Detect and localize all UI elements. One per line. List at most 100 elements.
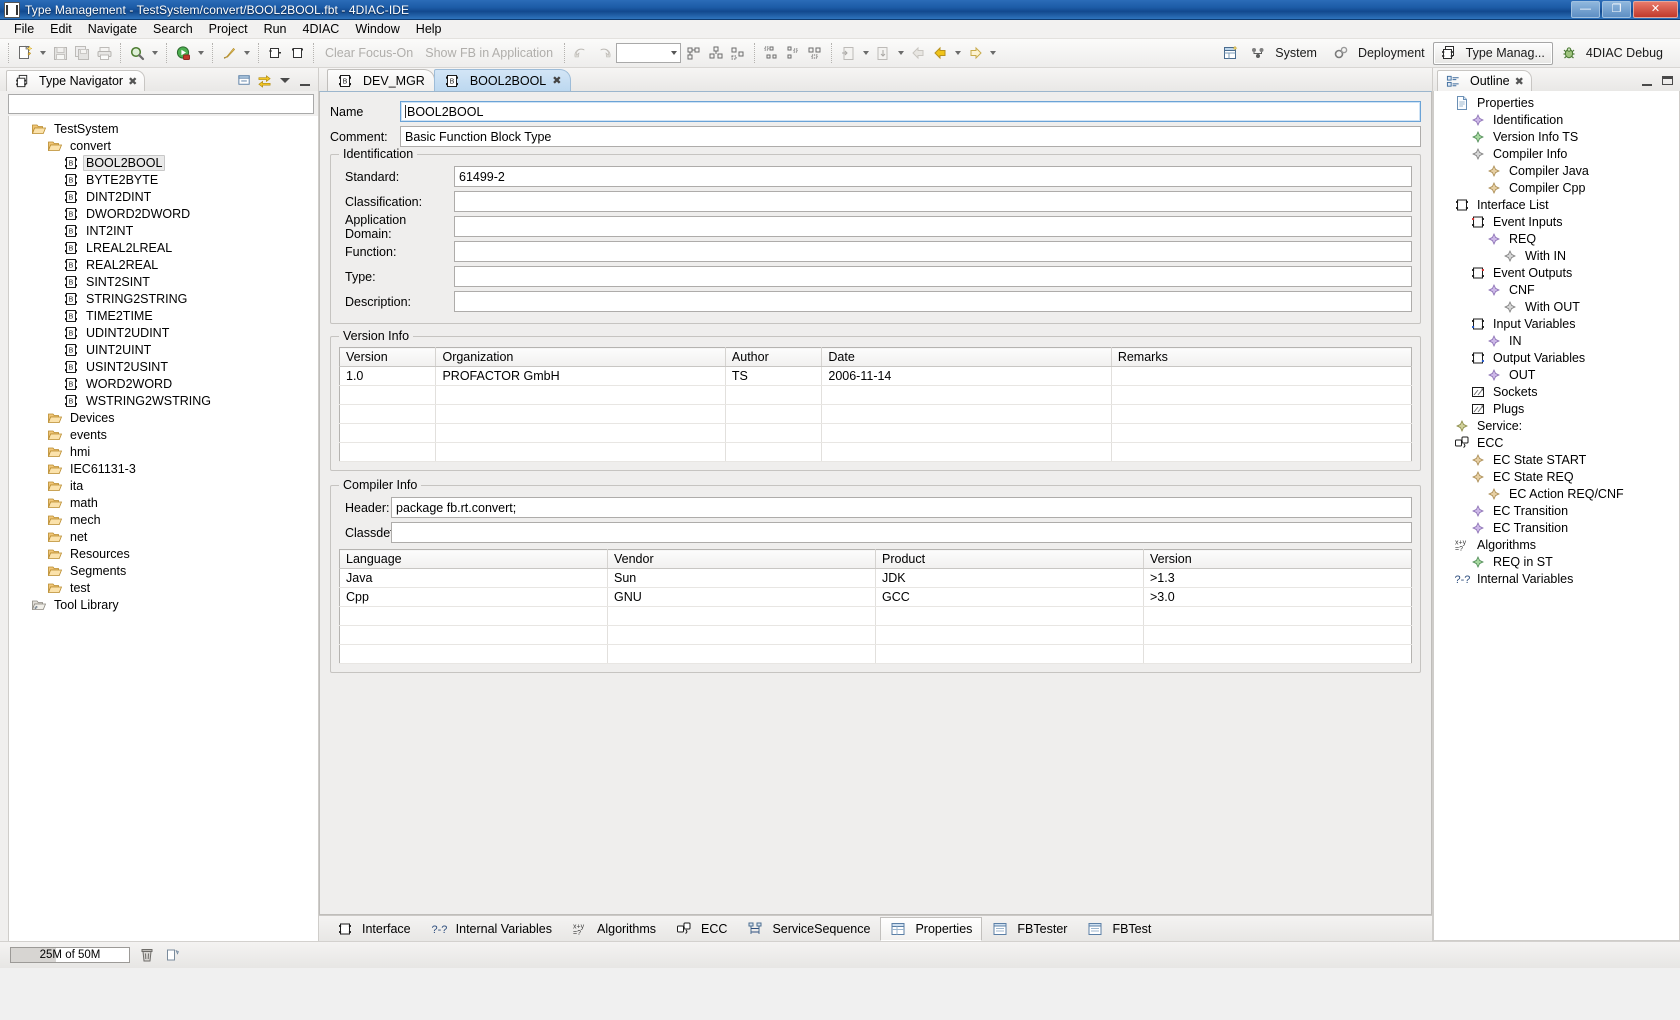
- table-row[interactable]: [339, 404, 1412, 424]
- table-cell[interactable]: GNU: [607, 587, 876, 607]
- tree-item[interactable]: B USINT2USINT: [9, 358, 318, 375]
- table-row[interactable]: [339, 606, 1412, 626]
- outline-item[interactable]: Input Variables: [1434, 315, 1679, 332]
- tree-item[interactable]: B DWORD2DWORD: [9, 205, 318, 222]
- identification-field-input[interactable]: [454, 241, 1412, 262]
- identification-field-input[interactable]: 61499-2: [454, 166, 1412, 187]
- table-cell[interactable]: [339, 625, 608, 645]
- forward-dropdown-icon[interactable]: [986, 42, 999, 64]
- align-left-icon[interactable]: [683, 42, 705, 64]
- tree-item[interactable]: B WSTRING2WSTRING: [9, 392, 318, 409]
- outline-item[interactable]: With OUT: [1434, 298, 1679, 315]
- table-cell[interactable]: Sun: [607, 568, 876, 588]
- identification-field-input[interactable]: [454, 191, 1412, 212]
- outline-item[interactable]: CNF: [1434, 281, 1679, 298]
- outline-item[interactable]: Plugs: [1434, 400, 1679, 417]
- column-header[interactable]: Author: [725, 347, 823, 367]
- fb-in-icon[interactable]: [264, 42, 286, 64]
- align-center-icon[interactable]: [705, 42, 727, 64]
- table-cell[interactable]: [875, 625, 1144, 645]
- table-cell[interactable]: 1.0: [339, 366, 437, 386]
- outline-item[interactable]: REQ in ST: [1434, 553, 1679, 570]
- bottom-tab-fbtest[interactable]: FBTest: [1077, 917, 1161, 941]
- tree-item[interactable]: ita: [9, 477, 318, 494]
- tree-item[interactable]: B BYTE2BYTE: [9, 171, 318, 188]
- bottom-tab-internal-variables[interactable]: ?-? Internal Variables: [421, 917, 562, 941]
- table-cell[interactable]: >1.3: [1143, 568, 1412, 588]
- table-row[interactable]: Java Sun JDK >1.3: [339, 568, 1412, 588]
- table-cell[interactable]: [725, 423, 823, 443]
- table-cell[interactable]: [821, 404, 1112, 424]
- tree-item[interactable]: test: [9, 579, 318, 596]
- perspective-deployment[interactable]: Deployment: [1325, 42, 1433, 65]
- tree-item[interactable]: B INT2INT: [9, 222, 318, 239]
- tree-item[interactable]: events: [9, 426, 318, 443]
- fb-out-icon[interactable]: [286, 42, 308, 64]
- tree-item[interactable]: B LREAL2LREAL: [9, 239, 318, 256]
- tree-item[interactable]: Segments: [9, 562, 318, 579]
- table-cell[interactable]: [339, 404, 437, 424]
- header-input[interactable]: package fb.rt.convert;: [391, 497, 1412, 518]
- column-header[interactable]: Product: [875, 549, 1144, 569]
- menu-4diac[interactable]: 4DIAC: [295, 20, 348, 38]
- column-header[interactable]: Remarks: [1111, 347, 1412, 367]
- table-cell[interactable]: [435, 404, 726, 424]
- table-cell[interactable]: [875, 606, 1144, 626]
- table-cell[interactable]: [821, 442, 1112, 462]
- editor-tab-dev_mgr[interactable]: B DEV_MGR: [327, 69, 435, 91]
- tree-item[interactable]: B UDINT2UDINT: [9, 324, 318, 341]
- export-dropdown-icon[interactable]: [894, 42, 907, 64]
- table-cell[interactable]: [435, 423, 726, 443]
- back-dropdown-icon[interactable]: [951, 42, 964, 64]
- tree-item[interactable]: B UINT2UINT: [9, 341, 318, 358]
- column-header[interactable]: Vendor: [607, 549, 876, 569]
- link-with-editor-icon[interactable]: [237, 73, 253, 89]
- table-row[interactable]: 1.0 PROFACTOR GmbH TS 2006-11-14: [339, 366, 1412, 386]
- tree-item[interactable]: convert: [9, 137, 318, 154]
- outline-item[interactable]: Compiler Info: [1434, 145, 1679, 162]
- tree-item[interactable]: Resources: [9, 545, 318, 562]
- outline-tree[interactable]: Properties Identification Version Info TS C…: [1433, 91, 1680, 941]
- menu-file[interactable]: File: [6, 20, 42, 38]
- outline-item[interactable]: OUT: [1434, 366, 1679, 383]
- tree-item[interactable]: hmi: [9, 443, 318, 460]
- tree-item[interactable]: B SINT2SINT: [9, 273, 318, 290]
- tree-item[interactable]: net: [9, 528, 318, 545]
- table-cell[interactable]: Java: [339, 568, 608, 588]
- classdef-input[interactable]: [391, 522, 1412, 543]
- navigator-tree[interactable]: TestSystem convert B BOOL2BOOL B BYTE2BYTE B DI…: [8, 116, 318, 941]
- bottom-tab-algorithms[interactable]: x+y =? Algorithms: [562, 917, 666, 941]
- table-cell[interactable]: [1111, 385, 1412, 405]
- menu-window[interactable]: Window: [347, 20, 407, 38]
- view-menu-icon[interactable]: [277, 73, 293, 89]
- outline-item[interactable]: Interface List: [1434, 196, 1679, 213]
- heap-status[interactable]: 25M of 50M: [10, 947, 130, 963]
- tree-item[interactable]: B STRING2STRING: [9, 290, 318, 307]
- tree-item[interactable]: B TIME2TIME: [9, 307, 318, 324]
- run-icon[interactable]: [172, 42, 194, 64]
- table-row[interactable]: [339, 442, 1412, 462]
- column-header[interactable]: Version: [339, 347, 437, 367]
- outline-item[interactable]: With IN: [1434, 247, 1679, 264]
- table-cell[interactable]: JDK: [875, 568, 1144, 588]
- outline-item[interactable]: x+y =? Algorithms: [1434, 536, 1679, 553]
- outline-item[interactable]: Service:: [1434, 417, 1679, 434]
- maximize-button[interactable]: ❐: [1602, 1, 1631, 18]
- outline-item[interactable]: ?-? Internal Variables: [1434, 570, 1679, 587]
- outline-item[interactable]: Identification: [1434, 111, 1679, 128]
- table-cell[interactable]: [339, 385, 437, 405]
- table-cell[interactable]: TS: [725, 366, 823, 386]
- tree-item[interactable]: mech: [9, 511, 318, 528]
- forward-icon[interactable]: [964, 42, 986, 64]
- bottom-tab-servicesequence[interactable]: ServiceSequence: [737, 917, 880, 941]
- table-cell[interactable]: [607, 644, 876, 664]
- column-header[interactable]: Date: [821, 347, 1112, 367]
- synchronize-icon[interactable]: [257, 73, 273, 89]
- table-cell[interactable]: [607, 625, 876, 645]
- table-cell[interactable]: [821, 423, 1112, 443]
- toolbar-combo[interactable]: [616, 43, 682, 63]
- outline-item[interactable]: IN: [1434, 332, 1679, 349]
- close-icon[interactable]: ✖: [128, 75, 137, 88]
- bottom-tab-properties[interactable]: Properties: [880, 916, 983, 941]
- editor-tab-bool2bool[interactable]: B BOOL2BOOL ✖: [433, 69, 572, 91]
